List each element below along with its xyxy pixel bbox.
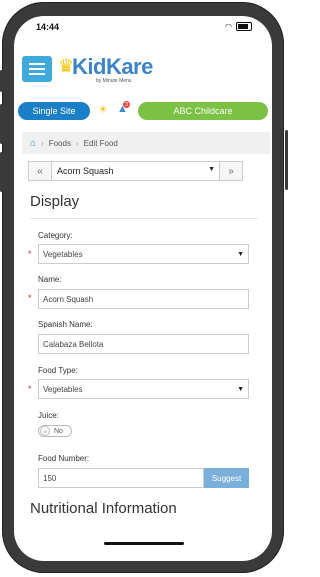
caret-down-icon: ▼ bbox=[237, 251, 244, 258]
category-select[interactable]: Vegetables ▼ bbox=[38, 244, 249, 264]
required-marker: * bbox=[28, 384, 32, 394]
menu-button[interactable] bbox=[22, 56, 52, 82]
spanish-name-input[interactable]: Calabaza Bellota bbox=[38, 334, 249, 354]
category-value: Vegetables bbox=[43, 249, 83, 259]
juice-toggle-value: No bbox=[54, 427, 63, 435]
previous-food-button[interactable]: « bbox=[29, 162, 52, 180]
site-toolbar: Single Site ☀ ▲ 3 ABC Childcare bbox=[14, 100, 272, 122]
kidkare-logo: ♛ KidKare by Minute Menu bbox=[58, 54, 168, 86]
suggest-button[interactable]: Suggest bbox=[204, 468, 249, 488]
lightbulb-icon[interactable]: ☀ bbox=[98, 103, 108, 116]
food-type-label: Food Type: bbox=[38, 366, 78, 375]
notification-badge: 3 bbox=[123, 101, 130, 108]
food-number-input[interactable]: 150 bbox=[38, 468, 204, 488]
caret-down-icon: ▼ bbox=[208, 166, 215, 173]
hamburger-icon bbox=[29, 73, 45, 75]
next-food-button[interactable]: » bbox=[219, 162, 242, 180]
status-bar: 14:44 ◠ bbox=[14, 16, 272, 42]
caret-down-icon: ▼ bbox=[237, 386, 244, 393]
display-section-title: Display bbox=[30, 193, 80, 210]
status-icons: ◠ bbox=[225, 22, 252, 31]
screen: 14:44 ◠ ♛ KidKare by Minute Menu Single … bbox=[14, 16, 272, 561]
juice-toggle[interactable]: III No bbox=[38, 425, 72, 437]
toggle-knob: III bbox=[40, 426, 50, 436]
spanish-name-label: Spanish Name: bbox=[38, 320, 93, 329]
phone-button bbox=[0, 70, 3, 92]
phone-button bbox=[285, 130, 288, 190]
phone-button bbox=[0, 104, 3, 144]
chevron-right-icon: › bbox=[41, 138, 44, 148]
food-select-value: Acorn Squash bbox=[57, 166, 114, 176]
food-type-value: Vegetables bbox=[43, 384, 83, 394]
wifi-icon: ◠ bbox=[225, 22, 232, 31]
nutritional-info-title: Nutritional Information bbox=[30, 500, 177, 517]
name-input[interactable]: Acorn Squash bbox=[38, 289, 249, 309]
required-marker: * bbox=[28, 293, 32, 303]
chevron-right-icon: › bbox=[75, 138, 79, 148]
juice-label: Juice: bbox=[38, 411, 59, 420]
food-number-label: Food Number: bbox=[38, 454, 90, 463]
food-type-select[interactable]: Vegetables ▼ bbox=[38, 379, 249, 399]
food-navigator: « Acorn Squash ▼ » bbox=[28, 161, 243, 181]
food-select[interactable]: Acorn Squash ▼ bbox=[53, 162, 219, 180]
phone-button bbox=[0, 152, 3, 192]
breadcrumb: ⌂ › Foods › Edit Food bbox=[22, 132, 270, 154]
logo-text: KidKare bbox=[72, 54, 153, 79]
center-selector-button[interactable]: ABC Childcare bbox=[138, 102, 268, 120]
home-icon[interactable]: ⌂ bbox=[30, 138, 36, 149]
status-time: 14:44 bbox=[36, 22, 60, 32]
home-indicator[interactable] bbox=[104, 542, 184, 545]
hamburger-icon bbox=[29, 63, 45, 65]
section-divider bbox=[30, 218, 258, 219]
category-label: Category: bbox=[38, 231, 73, 240]
logo-subtitle: by Minute Menu bbox=[96, 78, 132, 84]
site-mode-button[interactable]: Single Site bbox=[18, 102, 90, 120]
app-header: ♛ KidKare by Minute Menu bbox=[14, 42, 272, 96]
breadcrumb-foods[interactable]: Foods bbox=[49, 139, 71, 148]
name-label: Name: bbox=[38, 275, 62, 284]
required-marker: * bbox=[28, 249, 32, 259]
battery-icon bbox=[236, 22, 252, 31]
breadcrumb-edit-food: Edit Food bbox=[83, 138, 118, 148]
hamburger-icon bbox=[29, 68, 45, 70]
